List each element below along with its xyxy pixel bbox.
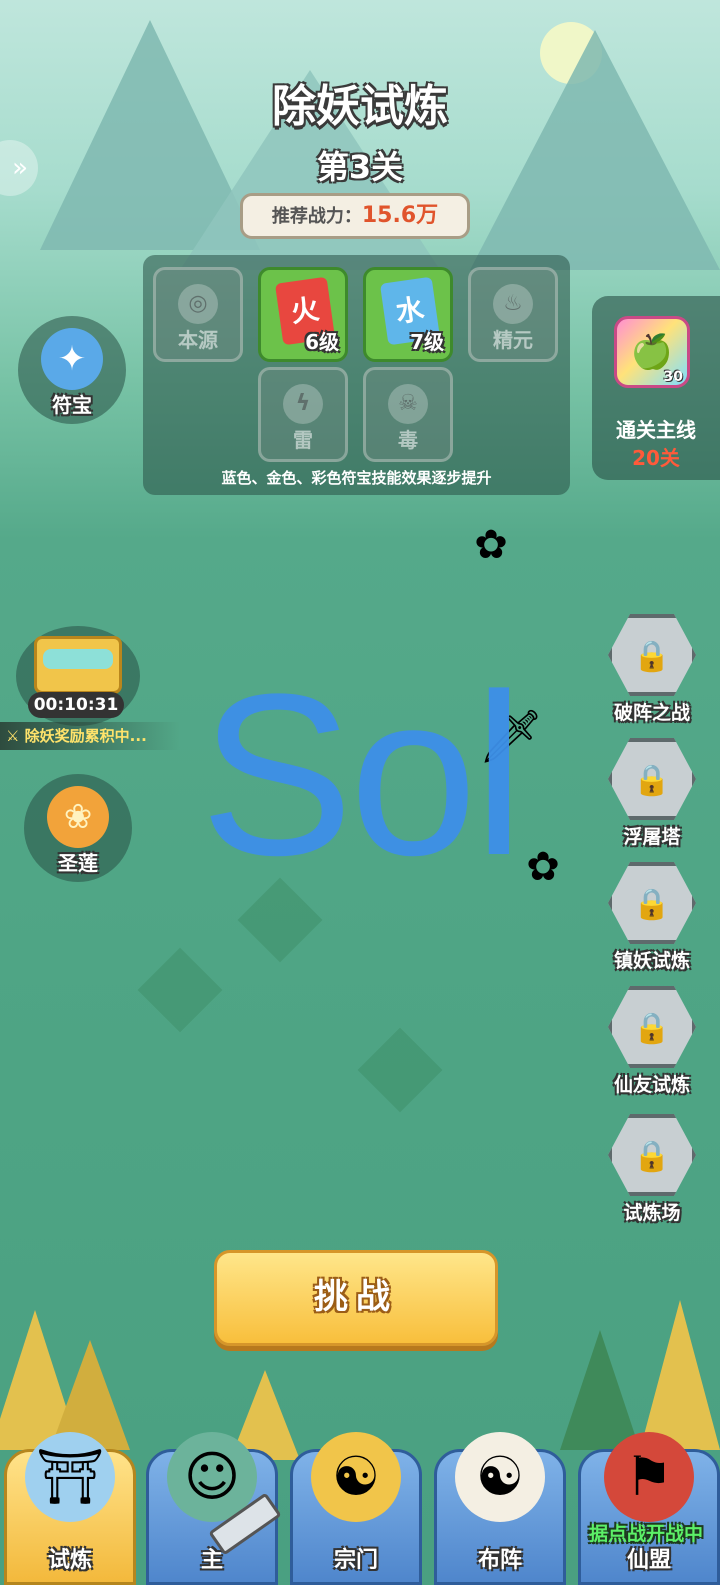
skill-slot-thunder[interactable]: ϟ 雷	[258, 367, 348, 462]
flame-icon: ♨	[493, 284, 533, 324]
reward-count: 30	[663, 369, 683, 385]
reward-accumulating-status: ⚔ 除妖奖励累积中...	[0, 722, 180, 750]
skill-slot-label: 本源	[178, 328, 218, 352]
locked-statue-icon: 🔒	[608, 986, 696, 1068]
reward-value: 20关	[632, 446, 680, 470]
stage-number: 第3关	[316, 148, 404, 186]
shrine-icon: ⛩	[25, 1432, 115, 1522]
thunder-icon: ϟ	[283, 384, 323, 424]
mode-arena[interactable]: 🔒 试炼场	[600, 1114, 704, 1226]
skill-level: 6级	[305, 330, 339, 354]
challenge-button[interactable]: 挑战	[214, 1250, 498, 1346]
alliance-status-badge: 据点战开战中	[588, 1523, 703, 1545]
skill-slot-label: 精元	[493, 328, 533, 352]
talisman-network-icon: ✦	[41, 328, 103, 390]
bottom-nav: ⛩ 试炼 ☺ 主 ☯ 宗门 ☯ 布阵 ⚑ 仙盟 据点战开战中	[0, 1425, 720, 1585]
reward-timer: 00:10:31	[28, 692, 124, 718]
reward-label: 通关主线	[616, 418, 696, 442]
treasure-chest-icon	[34, 636, 122, 694]
recommended-power: 推荐战力：15.6万	[240, 193, 470, 239]
fubao-button[interactable]: ✦ 符宝	[18, 316, 126, 424]
mode-label: 浮屠塔	[623, 826, 681, 848]
accumulating-label: 除妖奖励累积中...	[24, 727, 147, 745]
poison-skull-icon: ☠	[388, 384, 428, 424]
locked-arena-icon: 🔒	[608, 1114, 696, 1196]
mode-futu-tower[interactable]: 🔒 浮屠塔	[600, 738, 704, 850]
power-label: 推荐战力：	[271, 206, 362, 227]
mode-xianyou[interactable]: 🔒 仙友试炼	[600, 986, 704, 1098]
swirl-icon: ◎	[178, 284, 218, 324]
rainbow-apple-icon: 🍏 30	[614, 316, 690, 388]
ground-tile	[357, 1027, 443, 1113]
nav-sect[interactable]: ☯ 宗门	[290, 1432, 422, 1585]
nav-formation[interactable]: ☯ 布阵	[434, 1432, 566, 1585]
mode-label: 镇妖试炼	[613, 950, 690, 972]
skill-slot-jingyuan[interactable]: ♨ 精元	[468, 267, 558, 362]
mode-label: 试炼场	[623, 1202, 681, 1224]
skill-panel-tip: 蓝色、金色、彩色符宝技能效果逐步提升	[221, 469, 492, 487]
nav-label: 主	[200, 1548, 223, 1573]
skill-level: 7级	[410, 330, 444, 354]
skill-slot-benyuan[interactable]: ◎ 本源	[153, 267, 243, 362]
swords-icon: ⚔	[6, 727, 25, 745]
page-title: 除妖试炼	[272, 81, 448, 132]
nav-alliance[interactable]: ⚑ 仙盟	[578, 1432, 720, 1585]
nav-label: 试炼	[47, 1548, 92, 1573]
lotus-icon: ❀	[47, 786, 109, 848]
fubao-label: 符宝	[52, 393, 92, 417]
watermark-text: Sol	[200, 646, 524, 903]
skill-slot-label: 毒	[398, 428, 418, 452]
nav-trial[interactable]: ⛩ 试炼	[4, 1432, 136, 1585]
ground-tile	[137, 947, 223, 1033]
flower-monster: ✿	[526, 844, 560, 890]
skill-slot-label: 雷	[293, 428, 313, 452]
nav-label: 仙盟	[626, 1548, 671, 1573]
nav-label: 宗门	[333, 1548, 378, 1573]
skill-slot-fire[interactable]: 火 6级	[258, 267, 348, 362]
mode-pozhen[interactable]: 🔒 破阵之战	[600, 614, 704, 726]
nav-label: 布阵	[477, 1548, 522, 1573]
power-value: 15.6万	[361, 203, 439, 228]
incense-burner-icon: ☯	[311, 1432, 401, 1522]
locked-mode-icon: 🔒	[608, 614, 696, 696]
gems-icon	[43, 649, 113, 669]
lotus-button[interactable]: ❀ 圣莲	[24, 774, 132, 882]
alliance-banner-icon: ⚑	[604, 1432, 694, 1522]
locked-pagoda-icon: 🔒	[608, 862, 696, 944]
mode-label: 仙友试炼	[613, 1074, 690, 1096]
lotus-label: 圣莲	[58, 851, 98, 875]
yin-yang-icon: ☯	[455, 1432, 545, 1522]
main-line-reward[interactable]: 🍏 30 通关主线 20关	[592, 296, 720, 480]
mode-zhenyao[interactable]: 🔒 镇妖试炼	[600, 862, 704, 974]
flower-monster: ✿	[474, 522, 508, 568]
skill-slot-poison[interactable]: ☠ 毒	[363, 367, 453, 462]
skill-slot-water[interactable]: 水 7级	[363, 267, 453, 362]
mode-label: 破阵之战	[613, 702, 690, 724]
locked-tower-icon: 🔒	[608, 738, 696, 820]
skill-panel: ◎ 本源 火 6级 水 7级 ♨ 精元 ϟ 雷 ☠ 毒 蓝色、金色、彩色符宝技能…	[143, 255, 570, 495]
